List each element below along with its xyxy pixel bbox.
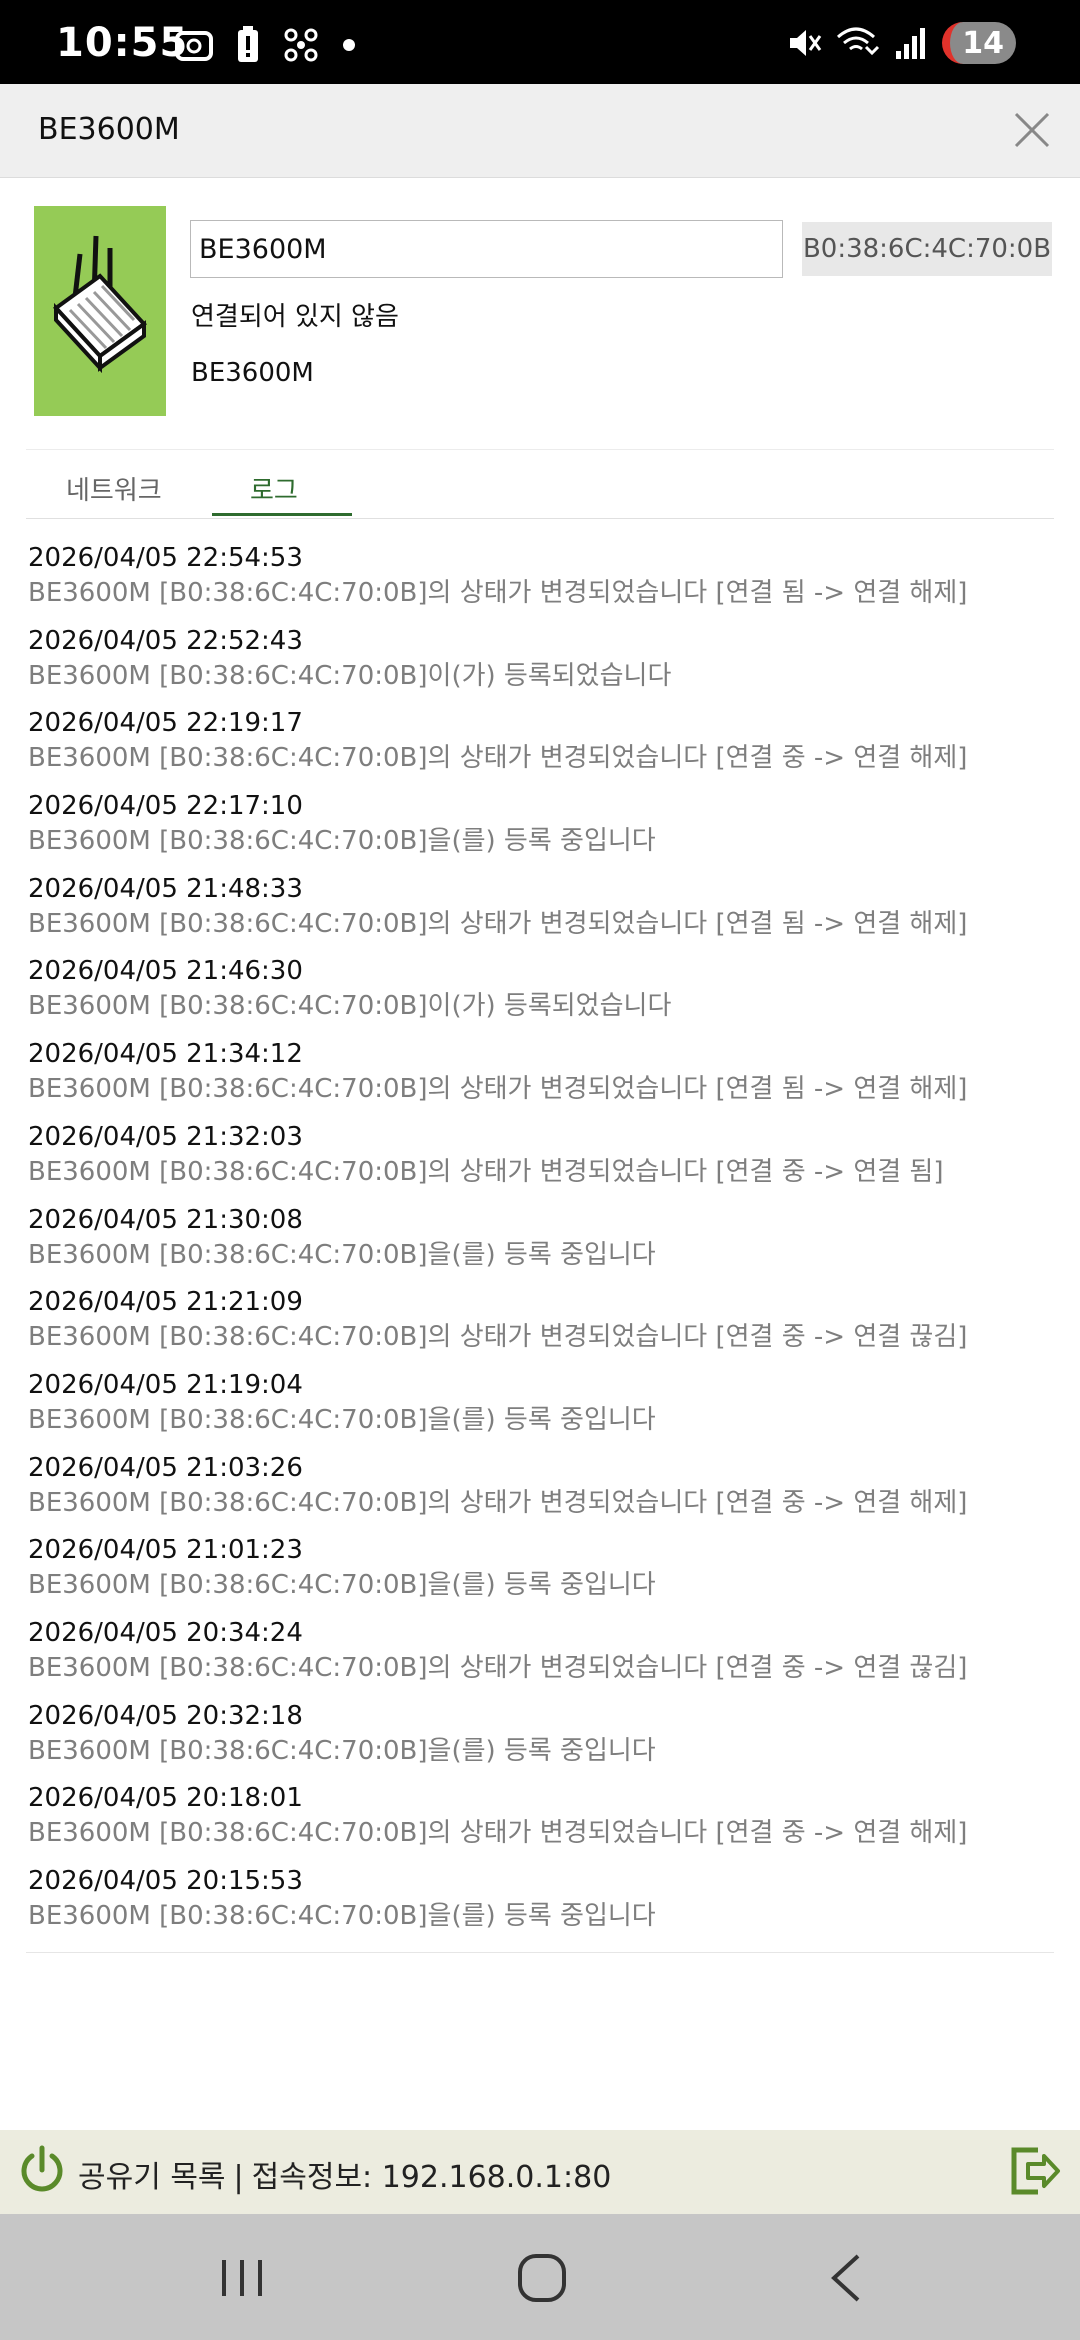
device-name-input[interactable]: [190, 220, 783, 278]
log-item: 2026/04/05 21:21:09 BE3600M [B0:38:6C:4C:…: [28, 1284, 1048, 1367]
router-image: [34, 206, 166, 416]
notification-icons: [174, 26, 356, 64]
log-timestamp: 2026/04/05 22:19:17: [28, 708, 303, 739]
dialog-header: BE3600M: [0, 84, 1080, 178]
log-message: BE3600M [B0:38:6C:4C:70:0B]을(를) 등록 중입니다: [28, 1570, 656, 1601]
bottom-info: 공유기 목록 | 접속정보: 192.168.0.1:80: [78, 2152, 611, 2196]
log-timestamp: 2026/04/05 21:21:09: [28, 1287, 303, 1318]
dialog-title: BE3600M: [38, 112, 180, 147]
log-timestamp: 2026/04/05 21:30:08: [28, 1204, 303, 1235]
log-timestamp: 2026/04/05 21:48:33: [28, 873, 303, 904]
log-timestamp: 2026/04/05 21:32:03: [28, 1121, 303, 1152]
power-icon[interactable]: [16, 2144, 68, 2196]
notification-count-badge: 14: [942, 22, 1016, 64]
log-timestamp: 2026/04/05 21:34:12: [28, 1039, 303, 1070]
tab-log[interactable]: 로그: [250, 470, 298, 507]
log-message: BE3600M [B0:38:6C:4C:70:0B]의 상태가 변경되었습니다…: [28, 1652, 968, 1683]
system-nav-bar: [0, 2214, 1080, 2340]
log-message: BE3600M [B0:38:6C:4C:70:0B]의 상태가 변경되었습니다…: [28, 1156, 944, 1187]
log-timestamp: 2026/04/05 21:46:30: [28, 956, 303, 987]
log-message: BE3600M [B0:38:6C:4C:70:0B]을(를) 등록 중입니다: [28, 1404, 656, 1435]
log-item: 2026/04/05 22:19:17 BE3600M [B0:38:6C:4C:…: [28, 705, 1048, 788]
battery-alert-icon: [238, 26, 258, 62]
log-item: 2026/04/05 22:52:43 BE3600M [B0:38:6C:4C:…: [28, 623, 1048, 706]
log-list: 2026/04/05 22:54:53 BE3600M [B0:38:6C:4C:…: [28, 540, 1048, 1946]
log-item: 2026/04/05 20:15:53 BE3600M [B0:38:6C:4C:…: [28, 1863, 1048, 1946]
log-item: 2026/04/05 21:19:04 BE3600M [B0:38:6C:4C:…: [28, 1367, 1048, 1450]
log-message: BE3600M [B0:38:6C:4C:70:0B]을(를) 등록 중입니다: [28, 1239, 656, 1270]
log-timestamp: 2026/04/05 22:52:43: [28, 625, 303, 656]
log-message: BE3600M [B0:38:6C:4C:70:0B]을(를) 등록 중입니다: [28, 1735, 656, 1766]
log-item: 2026/04/05 21:03:26 BE3600M [B0:38:6C:4C:…: [28, 1450, 1048, 1533]
log-timestamp: 2026/04/05 21:03:26: [28, 1452, 303, 1483]
log-item: 2026/04/05 20:32:18 BE3600M [B0:38:6C:4C:…: [28, 1698, 1048, 1781]
router-icon: [53, 235, 147, 374]
log-message: BE3600M [B0:38:6C:4C:70:0B]이(가) 등록되었습니다: [28, 660, 672, 691]
log-message: BE3600M [B0:38:6C:4C:70:0B]의 상태가 변경되었습니다…: [28, 578, 968, 608]
log-item: 2026/04/05 21:01:23 BE3600M [B0:38:6C:4C:…: [28, 1532, 1048, 1615]
log-message: BE3600M [B0:38:6C:4C:70:0B]이(가) 등록되었습니다: [28, 991, 672, 1022]
status-bar: 10:55 14: [0, 0, 1080, 84]
log-message: BE3600M [B0:38:6C:4C:70:0B]의 상태가 변경되었습니다…: [28, 1818, 968, 1849]
home-icon[interactable]: [512, 2248, 572, 2308]
log-item: 2026/04/05 21:46:30 BE3600M [B0:38:6C:4C:…: [28, 953, 1048, 1036]
log-message: BE3600M [B0:38:6C:4C:70:0B]을(를) 등록 중입니다: [28, 826, 656, 857]
log-item: 2026/04/05 21:30:08 BE3600M [B0:38:6C:4C:…: [28, 1202, 1048, 1285]
log-item: 2026/04/05 21:34:12 BE3600M [B0:38:6C:4C:…: [28, 1036, 1048, 1119]
separator: |: [233, 2160, 244, 2195]
log-message: BE3600M [B0:38:6C:4C:70:0B]을(를) 등록 중입니다: [28, 1901, 656, 1931]
log-timestamp: 2026/04/05 20:34:24: [28, 1617, 303, 1648]
log-timestamp: 2026/04/05 20:15:53: [28, 1866, 303, 1896]
log-item: 2026/04/05 22:54:53 BE3600M [B0:38:6C:4C:…: [28, 540, 1048, 623]
active-tab-indicator: [212, 513, 352, 516]
log-item: 2026/04/05 21:48:33 BE3600M [B0:38:6C:4C:…: [28, 871, 1048, 954]
model-name: BE3600M: [191, 358, 314, 388]
log-timestamp: 2026/04/05 21:19:04: [28, 1369, 303, 1400]
screenshot-icon: [175, 31, 213, 61]
bottom-bar: 공유기 목록 | 접속정보: 192.168.0.1:80: [0, 2130, 1080, 2214]
dot-icon: [343, 39, 355, 51]
fan-icon: [284, 28, 318, 62]
log-timestamp: 2026/04/05 22:17:10: [28, 791, 303, 822]
log-message: BE3600M [B0:38:6C:4C:70:0B]의 상태가 변경되었습니다…: [28, 1322, 968, 1353]
divider: [26, 1952, 1054, 1953]
log-message: BE3600M [B0:38:6C:4C:70:0B]의 상태가 변경되었습니다…: [28, 908, 968, 939]
close-icon[interactable]: [1006, 104, 1058, 156]
router-list-link[interactable]: 공유기 목록: [78, 2160, 226, 2195]
log-message: BE3600M [B0:38:6C:4C:70:0B]의 상태가 변경되었습니다…: [28, 1074, 968, 1105]
back-icon[interactable]: [818, 2248, 878, 2308]
log-timestamp: 2026/04/05 22:54:53: [28, 543, 303, 573]
clock: 10:55: [56, 20, 189, 66]
divider: [26, 449, 1054, 450]
signal-icon: [896, 28, 926, 59]
log-message: BE3600M [B0:38:6C:4C:70:0B]의 상태가 변경되었습니다…: [28, 743, 968, 774]
log-item: 2026/04/05 21:32:03 BE3600M [B0:38:6C:4C:…: [28, 1119, 1048, 1202]
log-timestamp: 2026/04/05 20:32:18: [28, 1700, 303, 1731]
log-item: 2026/04/05 20:18:01 BE3600M [B0:38:6C:4C:…: [28, 1780, 1048, 1863]
log-timestamp: 2026/04/05 20:18:01: [28, 1783, 303, 1814]
exit-icon[interactable]: [1008, 2144, 1062, 2198]
connection-info: 접속정보: 192.168.0.1:80: [251, 2160, 612, 2195]
log-item: 2026/04/05 22:17:10 BE3600M [B0:38:6C:4C:…: [28, 788, 1048, 871]
log-item: 2026/04/05 20:34:24 BE3600M [B0:38:6C:4C:…: [28, 1615, 1048, 1698]
system-icons: 14: [786, 22, 1016, 64]
mute-icon: [790, 30, 822, 56]
mac-address: B0:38:6C:4C:70:0B: [802, 222, 1052, 276]
connection-status: 연결되어 있지 않음: [191, 302, 399, 332]
log-message: BE3600M [B0:38:6C:4C:70:0B]의 상태가 변경되었습니다…: [28, 1487, 968, 1518]
tab-network[interactable]: 네트워크: [66, 470, 162, 507]
divider: [26, 518, 1054, 519]
wifi-call-icon: [837, 27, 880, 56]
recents-icon[interactable]: [212, 2248, 272, 2308]
log-timestamp: 2026/04/05 21:01:23: [28, 1535, 303, 1566]
